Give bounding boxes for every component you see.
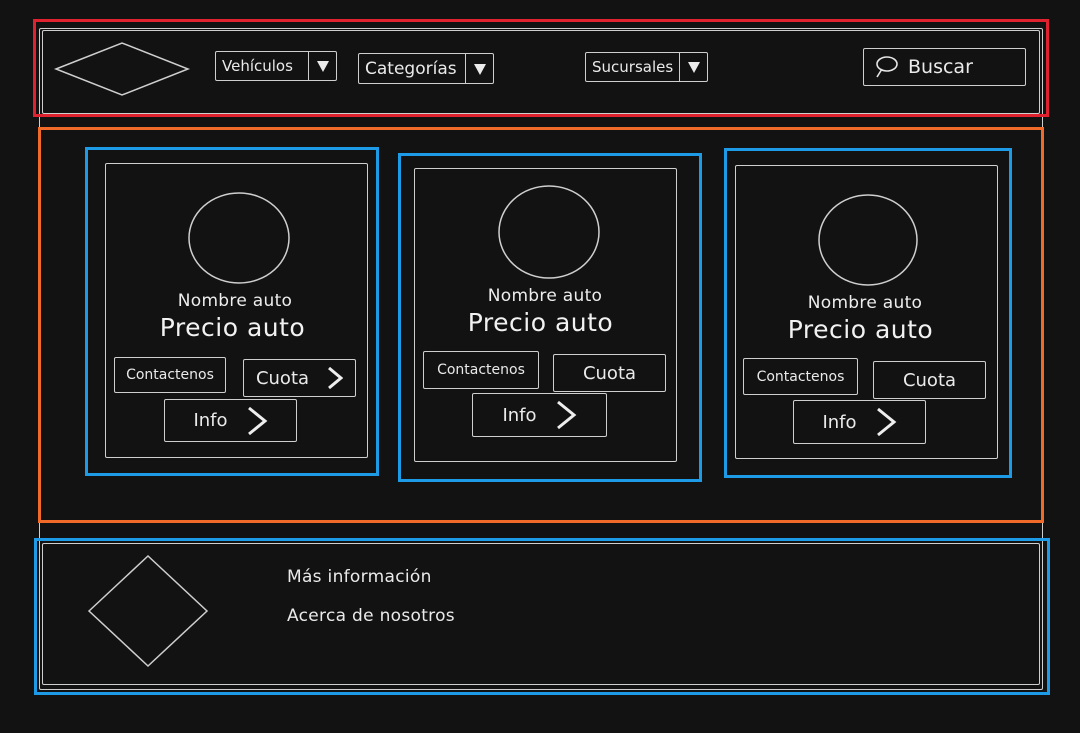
contact-button[interactable]: Contactenos — [743, 358, 858, 395]
contact-button-label: Contactenos — [126, 367, 214, 383]
dropdown-arrow-icon — [308, 52, 336, 80]
info-button-label: Info — [822, 411, 857, 433]
dropdown-arrow-icon — [679, 53, 707, 81]
car-price: Precio auto — [467, 308, 614, 337]
contact-button-label: Contactenos — [756, 368, 845, 385]
quota-button[interactable]: Cuota — [243, 359, 356, 397]
wireframe-canvas: Vehículos Categorías Sucursales Buscar N… — [0, 0, 1080, 733]
quota-button[interactable]: Cuota — [553, 354, 666, 392]
nav-select-label: Categorías — [365, 58, 457, 79]
nav-select-label: Vehículos — [222, 57, 293, 75]
search-box[interactable]: Buscar — [863, 48, 1026, 86]
chevron-right-icon — [556, 400, 576, 430]
chevron-right-icon — [876, 407, 896, 437]
quota-button[interactable]: Cuota — [873, 361, 986, 399]
car-image-placeholder-icon — [818, 194, 918, 286]
info-button[interactable]: Info — [793, 400, 926, 444]
contact-button[interactable]: Contactenos — [114, 357, 226, 393]
footer-link-acerca-de-nosotros[interactable]: Acerca de nosotros — [287, 606, 455, 626]
search-label: Buscar — [908, 56, 973, 78]
nav-select-label: Sucursales — [592, 58, 674, 76]
info-button-label: Info — [502, 404, 537, 426]
quota-button-label: Cuota — [255, 367, 310, 389]
logo-diamond-icon[interactable] — [52, 40, 192, 98]
dropdown-arrow-icon — [465, 54, 493, 83]
car-name: Nombre auto — [807, 293, 923, 313]
info-button[interactable]: Info — [164, 399, 297, 442]
quota-button-label: Cuota — [902, 369, 957, 391]
nav-select-categorias[interactable]: Categorías — [358, 53, 494, 84]
info-button[interactable]: Info — [472, 393, 607, 437]
car-image-placeholder-icon — [188, 192, 290, 284]
chevron-right-icon — [328, 367, 344, 389]
car-price: Precio auto — [787, 315, 934, 344]
contact-button[interactable]: Contactenos — [423, 351, 539, 389]
search-icon — [876, 56, 898, 78]
chevron-right-icon — [247, 406, 267, 435]
nav-select-sucursales[interactable]: Sucursales — [585, 52, 708, 82]
car-image-placeholder-icon — [498, 185, 600, 279]
quota-button-label: Cuota — [582, 362, 637, 384]
footer-link-mas-informacion[interactable]: Más información — [287, 567, 432, 587]
footer-logo-diamond-icon[interactable] — [86, 553, 210, 669]
car-price: Precio auto — [159, 313, 306, 342]
nav-select-vehiculos[interactable]: Vehículos — [215, 51, 337, 81]
car-name: Nombre auto — [487, 286, 603, 306]
contact-button-label: Contactenos — [437, 362, 525, 378]
info-button-label: Info — [193, 410, 228, 431]
car-name: Nombre auto — [177, 291, 293, 311]
